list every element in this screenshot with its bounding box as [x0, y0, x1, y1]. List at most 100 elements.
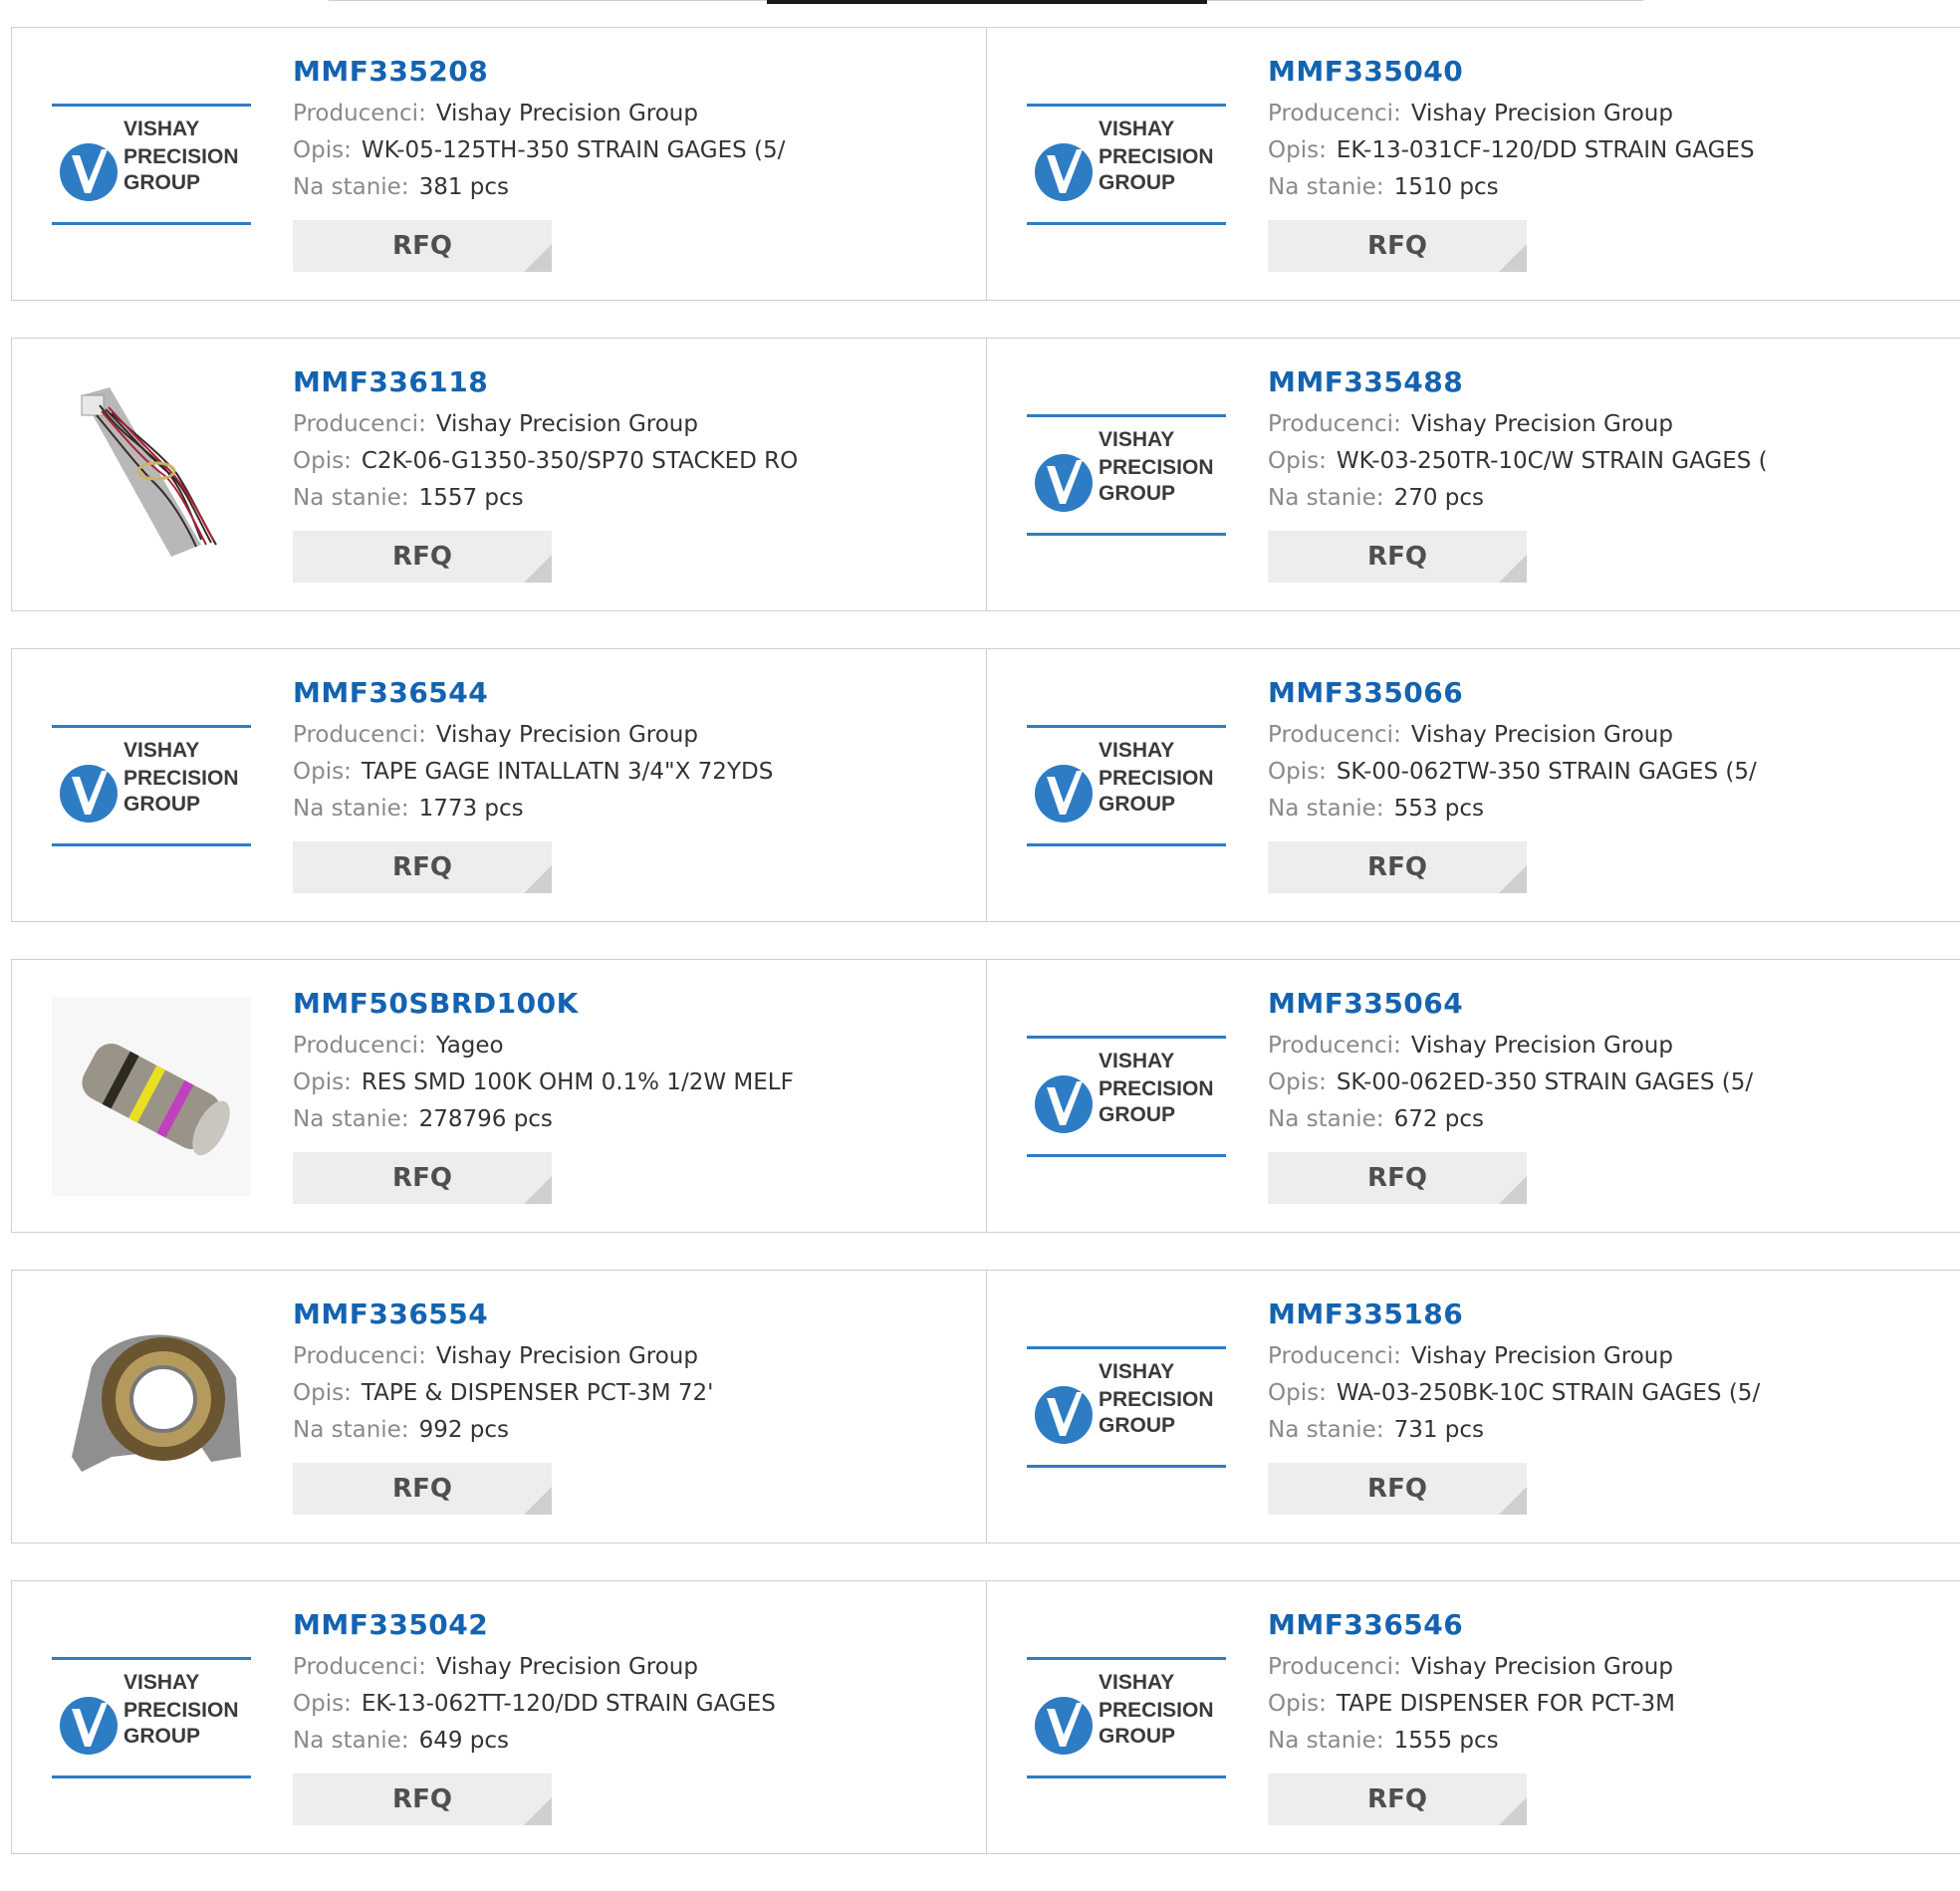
rfq-button[interactable]: RFQ: [293, 220, 552, 272]
description-value: SK-00-062TW-350 STRAIN GAGES (5/: [1336, 759, 1757, 785]
description-label: Opis:: [1268, 137, 1327, 163]
rfq-button[interactable]: RFQ: [293, 1463, 552, 1515]
part-number-link[interactable]: MMF335042: [293, 1605, 776, 1649]
rfq-button[interactable]: RFQ: [1268, 531, 1527, 583]
product-card: VISHAY PRECISION GROUP MMF335066 Produce…: [986, 649, 1960, 921]
stock-label: Na stanie:: [1268, 1728, 1384, 1754]
manufacturer-label: Producenci:: [293, 722, 426, 748]
stock-label: Na stanie:: [293, 1728, 409, 1754]
stock-value: 1557 pcs: [418, 485, 524, 511]
product-thumbnail[interactable]: VISHAY PRECISION GROUP: [1027, 375, 1226, 575]
product-thumbnail[interactable]: VISHAY PRECISION GROUP: [1027, 1618, 1226, 1817]
part-number-link[interactable]: MMF335208: [293, 52, 785, 96]
logo-word: PRECISION: [123, 1698, 239, 1722]
product-thumbnail[interactable]: VISHAY PRECISION GROUP: [1027, 1307, 1226, 1507]
manufacturer-value: Vishay Precision Group: [435, 1654, 698, 1680]
manufacturer-label: Producenci:: [293, 101, 426, 126]
product-thumbnail[interactable]: VISHAY PRECISION GROUP: [52, 1618, 251, 1817]
stock-line: Na stanie: 1557 pcs: [293, 480, 798, 517]
description-label: Opis:: [1268, 759, 1327, 785]
part-number-link[interactable]: MMF335040: [1268, 52, 1755, 96]
rfq-button[interactable]: RFQ: [1268, 1463, 1527, 1515]
rfq-button[interactable]: RFQ: [293, 841, 552, 893]
description-label: Opis:: [293, 759, 352, 785]
product-thumbnail[interactable]: VISHAY PRECISION GROUP: [1027, 997, 1226, 1196]
manufacturer-value: Vishay Precision Group: [1410, 101, 1673, 126]
logo-word: PRECISION: [1099, 1698, 1214, 1722]
rfq-button[interactable]: RFQ: [1268, 1152, 1527, 1204]
rfq-label: RFQ: [1367, 1784, 1427, 1814]
logo-word: PRECISION: [123, 766, 239, 790]
part-number-link[interactable]: MMF336546: [1268, 1605, 1675, 1649]
rfq-button[interactable]: RFQ: [293, 531, 552, 583]
corner-decoration: [524, 865, 552, 893]
logo-word: VISHAY: [1099, 1049, 1175, 1072]
product-thumbnail[interactable]: VISHAY PRECISION GROUP: [52, 65, 251, 264]
manufacturer-line: Producenci: Vishay Precision Group: [1268, 96, 1755, 132]
rfq-button[interactable]: RFQ: [1268, 841, 1527, 893]
manufacturer-value: Vishay Precision Group: [435, 722, 698, 748]
rfq-label: RFQ: [392, 1784, 452, 1814]
product-card: VISHAY PRECISION GROUP MMF335208 Produce…: [12, 28, 986, 300]
part-number-link[interactable]: MMF335186: [1268, 1295, 1760, 1338]
stock-value: 381 pcs: [418, 174, 510, 200]
vishay-logo: VISHAY PRECISION GROUP: [1027, 1345, 1226, 1468]
rfq-button[interactable]: RFQ: [293, 1152, 552, 1204]
rfq-label: RFQ: [1367, 852, 1427, 882]
part-number-link[interactable]: MMF336544: [293, 673, 773, 717]
part-number-link[interactable]: MMF335066: [1268, 673, 1757, 717]
description-label: Opis:: [293, 1380, 352, 1406]
stock-line: Na stanie: 1510 pcs: [1268, 169, 1755, 206]
manufacturer-label: Producenci:: [1268, 101, 1401, 126]
product-card: MMF50SBRD100K Producenci: Yageo Opis: RES …: [12, 960, 986, 1232]
manufacturer-line: Producenci: Vishay Precision Group: [293, 717, 773, 754]
stock-value: 731 pcs: [1393, 1417, 1485, 1443]
rfq-label: RFQ: [1367, 231, 1427, 261]
description-label: Opis:: [293, 1069, 352, 1095]
logo-word: VISHAY: [123, 738, 200, 762]
part-number-link[interactable]: MMF336118: [293, 362, 798, 406]
description-label: Opis:: [293, 137, 352, 163]
description-value: EK-13-031CF-120/DD STRAIN GAGES: [1336, 137, 1755, 163]
manufacturer-value: Vishay Precision Group: [1410, 1654, 1673, 1680]
product-thumbnail[interactable]: VISHAY PRECISION GROUP: [1027, 65, 1226, 264]
part-number-link[interactable]: MMF335064: [1268, 984, 1753, 1028]
manufacturer-label: Producenci:: [293, 411, 426, 437]
stock-value: 278796 pcs: [418, 1106, 553, 1132]
part-number-link[interactable]: MMF335488: [1268, 362, 1768, 406]
stock-line: Na stanie: 992 pcs: [293, 1412, 713, 1449]
stock-value: 672 pcs: [1393, 1106, 1485, 1132]
vishay-logo: VISHAY PRECISION GROUP: [52, 103, 251, 225]
rfq-label: RFQ: [1367, 1474, 1427, 1504]
rfq-button[interactable]: RFQ: [1268, 1773, 1527, 1825]
logo-word: GROUP: [1099, 1413, 1176, 1437]
logo-word: GROUP: [123, 792, 201, 816]
stock-line: Na stanie: 553 pcs: [1268, 791, 1757, 827]
rfq-button[interactable]: RFQ: [1268, 220, 1527, 272]
product-row: VISHAY PRECISION GROUP MMF336544 Produce…: [11, 648, 1960, 922]
product-thumbnail[interactable]: [52, 996, 251, 1196]
rfq-button[interactable]: RFQ: [293, 1773, 552, 1825]
product-thumbnail[interactable]: [52, 1306, 251, 1507]
rfq-label: RFQ: [392, 852, 452, 882]
description-value: WK-05-125TH-350 STRAIN GAGES (5/: [361, 137, 786, 163]
description-line: Opis: WK-03-250TR-10C/W STRAIN GAGES (: [1268, 443, 1768, 480]
corner-decoration: [1499, 1797, 1527, 1825]
product-thumbnail[interactable]: VISHAY PRECISION GROUP: [52, 686, 251, 885]
product-thumbnail[interactable]: VISHAY PRECISION GROUP: [1027, 686, 1226, 885]
manufacturer-value: Yageo: [435, 1033, 504, 1059]
description-value: SK-00-062ED-350 STRAIN GAGES (5/: [1336, 1069, 1754, 1095]
manufacturer-line: Producenci: Vishay Precision Group: [1268, 1028, 1753, 1064]
stock-line: Na stanie: 270 pcs: [1268, 480, 1768, 517]
description-line: Opis: TAPE GAGE INTALLATN 3/4"X 72YDS: [293, 754, 773, 791]
logo-word: GROUP: [1099, 481, 1176, 505]
description-value: WA-03-250BK-10C STRAIN GAGES (5/: [1336, 1380, 1761, 1406]
stock-line: Na stanie: 649 pcs: [293, 1723, 776, 1760]
manufacturer-line: Producenci: Vishay Precision Group: [293, 96, 785, 132]
part-number-link[interactable]: MMF50SBRD100K: [293, 984, 794, 1028]
corner-decoration: [524, 244, 552, 272]
part-number-link[interactable]: MMF336554: [293, 1295, 713, 1338]
logo-word: VISHAY: [1099, 738, 1175, 762]
vishay-logo: VISHAY PRECISION GROUP: [1027, 1656, 1226, 1778]
product-thumbnail[interactable]: [52, 374, 251, 575]
